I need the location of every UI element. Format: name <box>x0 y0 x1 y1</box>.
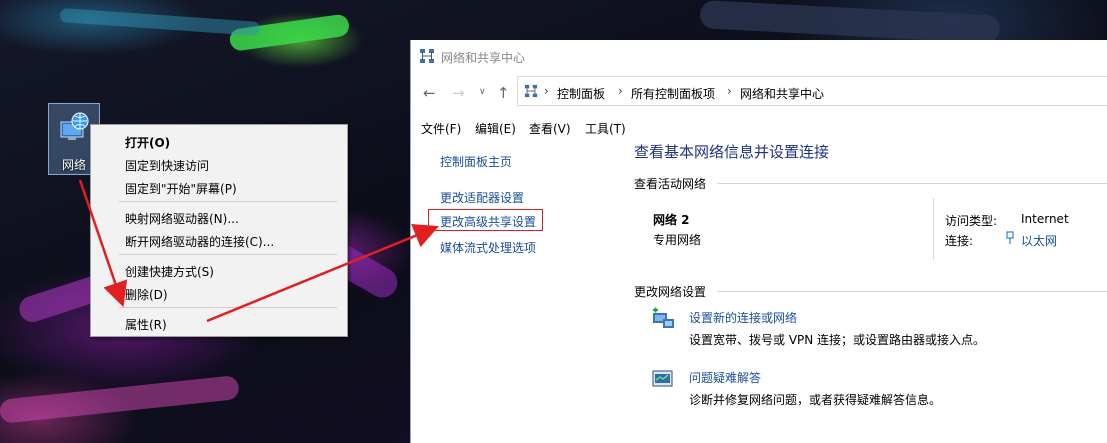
annotation-arrows <box>78 179 439 323</box>
annotation-arrow-to-properties <box>78 179 128 308</box>
annotation-arrow-to-advanced-sharing <box>206 224 439 323</box>
